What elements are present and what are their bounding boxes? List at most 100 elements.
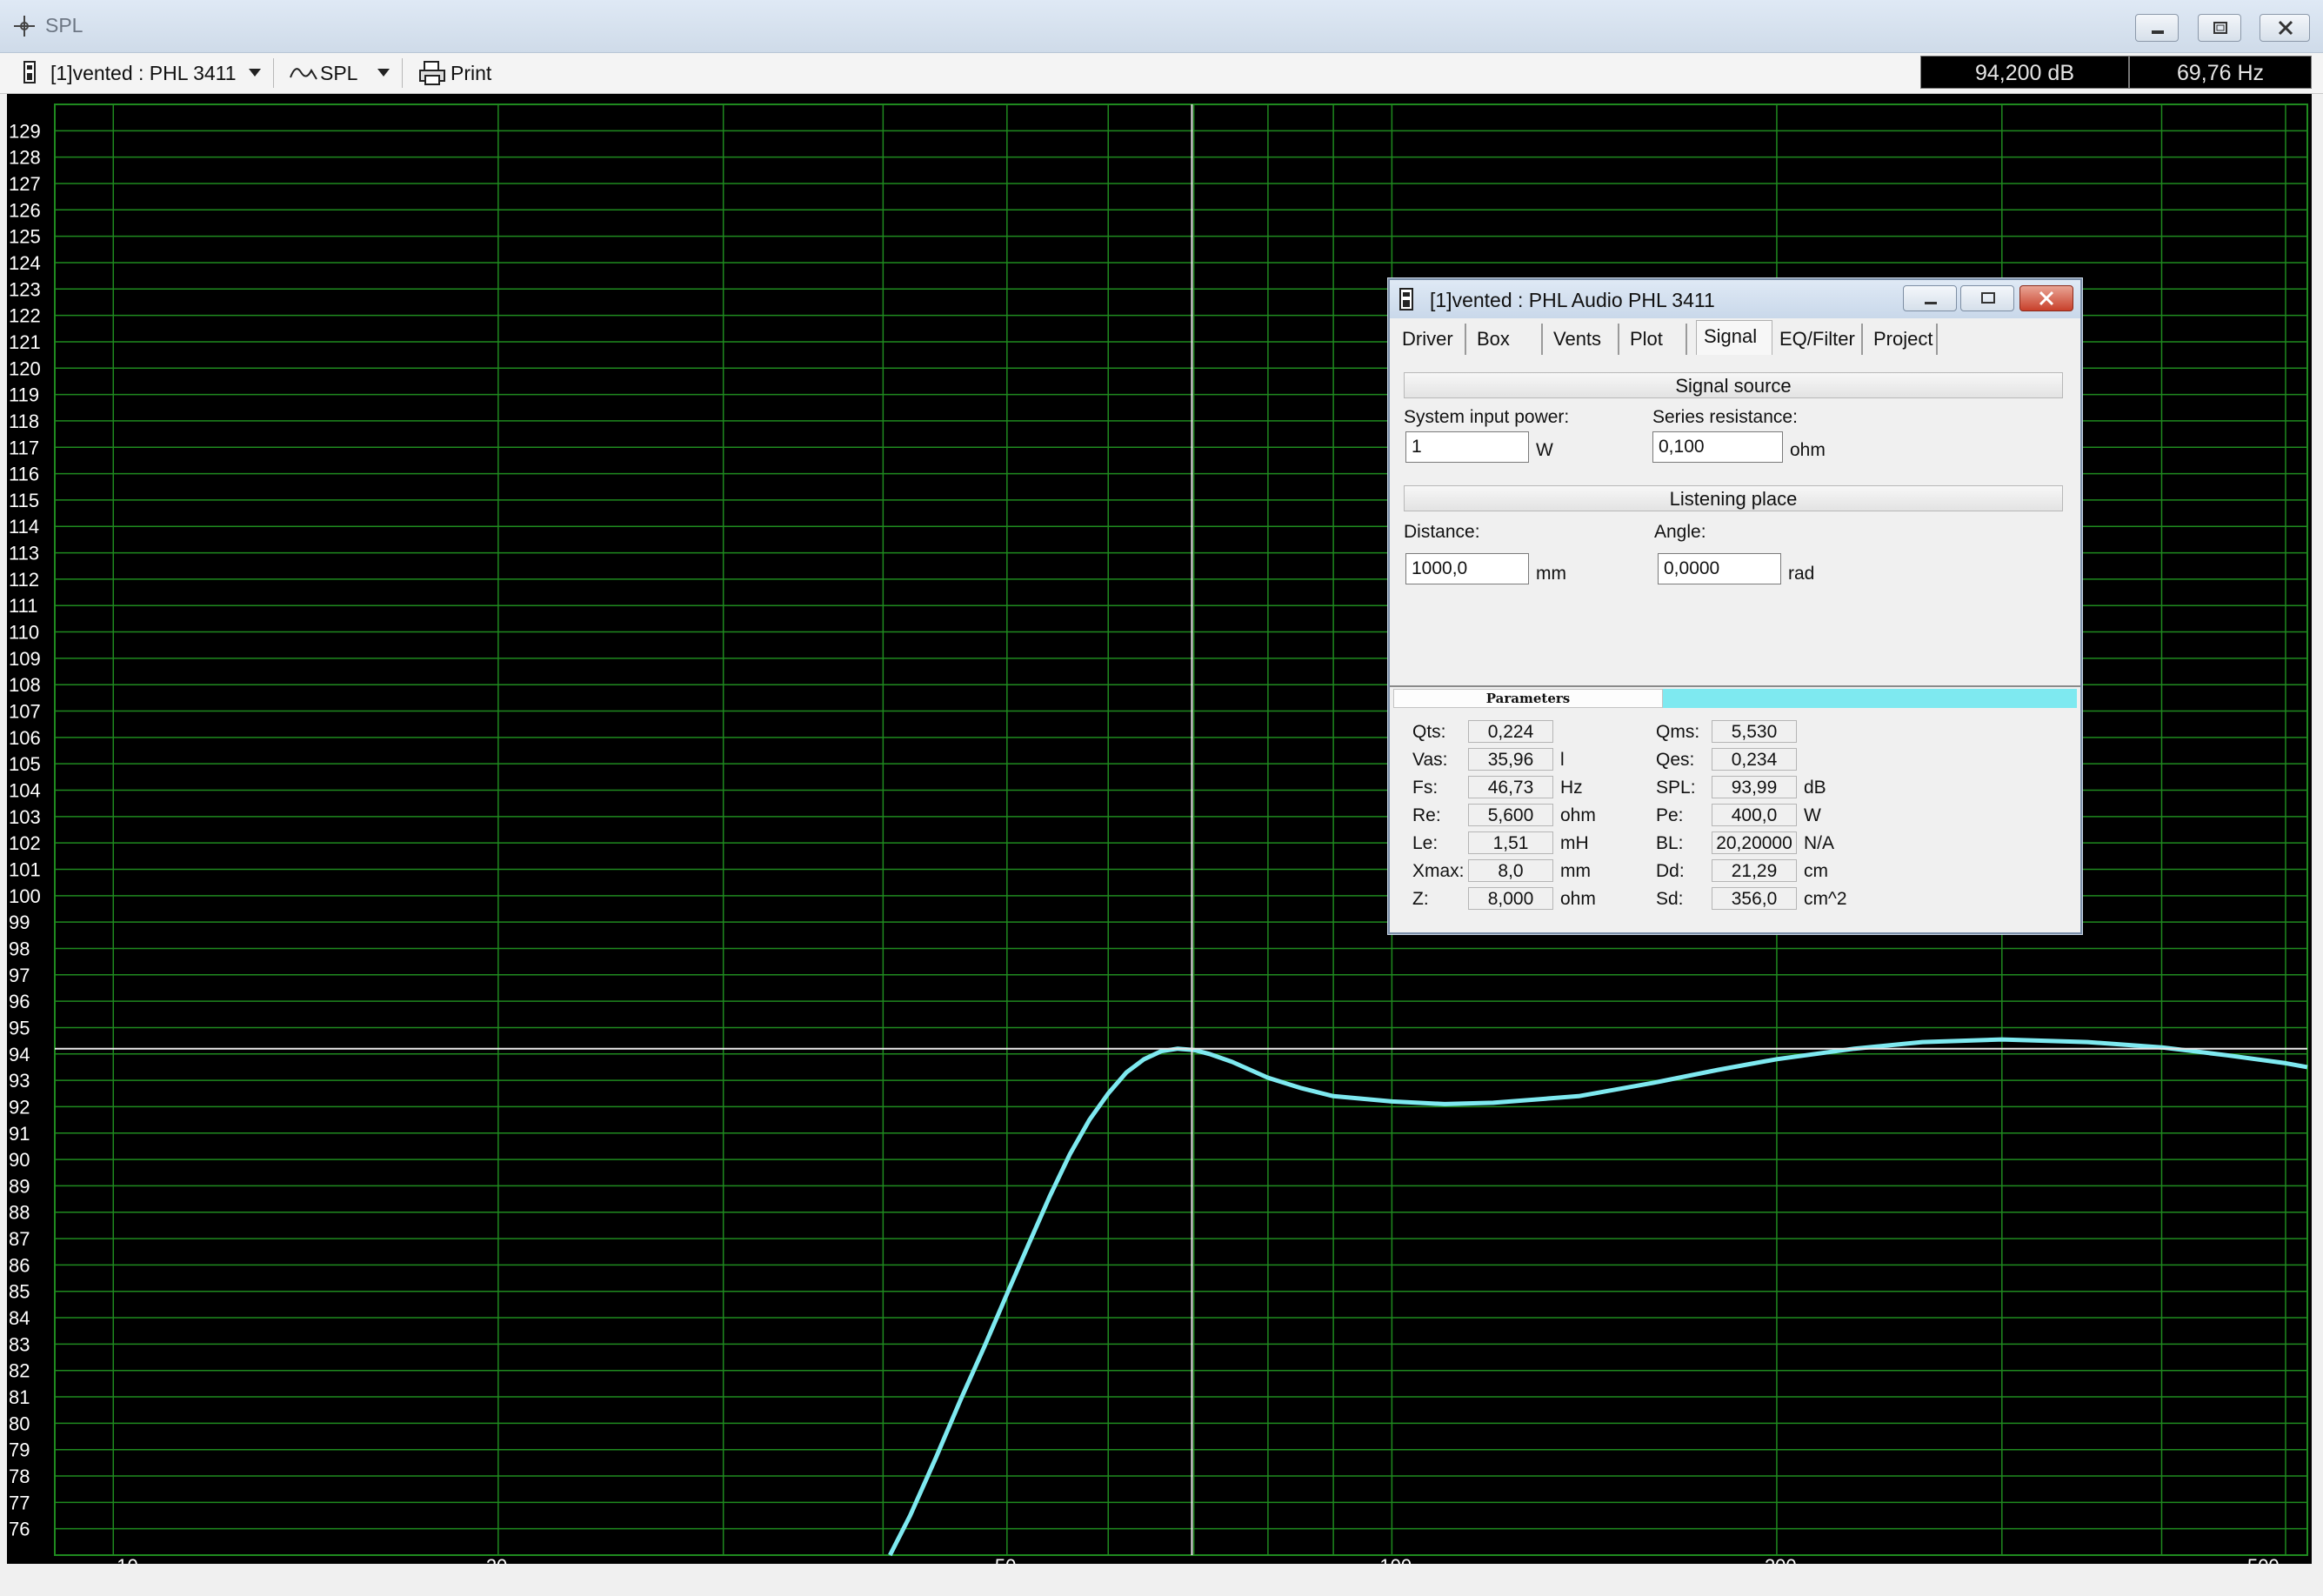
- param-right-value: 20,20000: [1712, 831, 1797, 854]
- input-power-unit: W: [1536, 440, 1553, 460]
- window-title: SPL: [45, 14, 83, 37]
- close-icon: [2039, 290, 2054, 306]
- chevron-down-icon[interactable]: [376, 65, 391, 81]
- param-left-value: 0,224: [1468, 720, 1553, 743]
- parameters-tab[interactable]: Parameters: [1393, 689, 1663, 708]
- dialog-title-bar[interactable]: [1]vented : PHL Audio PHL 3411: [1390, 280, 2080, 318]
- crosshair-icon: [14, 16, 35, 37]
- y-tick-label: 88: [9, 1202, 30, 1224]
- toolbar-divider: [273, 58, 274, 88]
- y-tick-label: 96: [9, 991, 30, 1012]
- pane-divider: [1390, 685, 2080, 687]
- param-right-label: Sd:: [1656, 889, 1684, 909]
- printer-icon: [419, 61, 445, 85]
- y-tick-label: 112: [9, 569, 39, 591]
- y-tick-label: 78: [9, 1466, 30, 1487]
- chevron-down-icon[interactable]: [247, 65, 263, 81]
- y-tick-label: 119: [9, 384, 39, 406]
- series-resistance-field[interactable]: [1652, 431, 1783, 463]
- restore-icon: [2213, 22, 2227, 34]
- param-left-label: Fs:: [1412, 778, 1439, 798]
- dialog-minimize-button[interactable]: [1903, 285, 1957, 311]
- y-tick-label: 91: [9, 1123, 30, 1145]
- param-left-unit: ohm: [1560, 805, 1596, 825]
- y-tick-label: 127: [9, 173, 41, 195]
- dialog-maximize-button[interactable]: [1960, 285, 2014, 311]
- y-tick-label: 107: [9, 701, 41, 723]
- param-right-unit: N/A: [1804, 833, 1835, 853]
- param-left-label: Z:: [1412, 889, 1429, 909]
- param-right-value: 5,530: [1712, 720, 1797, 743]
- tab-eq-filter[interactable]: EQ/Filter: [1772, 324, 1863, 355]
- y-tick-label: 86: [9, 1254, 30, 1276]
- y-tick-label: 94: [9, 1044, 30, 1065]
- close-button[interactable]: [2260, 14, 2310, 42]
- param-left-unit: l: [1560, 750, 1565, 770]
- param-left-value: 5,600: [1468, 804, 1553, 826]
- param-left-value: 35,96: [1468, 748, 1553, 771]
- param-right-unit: cm^2: [1804, 889, 1847, 909]
- param-right-label: Pe:: [1656, 805, 1684, 825]
- minimize-icon: [2152, 30, 2164, 34]
- y-tick-label: 95: [9, 1017, 30, 1038]
- input-power-label: System input power:: [1404, 407, 1570, 427]
- tab-project[interactable]: Project: [1866, 324, 1938, 355]
- distance-label: Distance:: [1404, 522, 1480, 542]
- y-tick-label: 124: [9, 252, 41, 274]
- y-tick-label: 85: [9, 1281, 30, 1303]
- param-left-label: Qts:: [1412, 722, 1446, 742]
- y-tick-label: 126: [9, 199, 41, 221]
- y-tick-label: 110: [9, 622, 39, 644]
- y-tick-label: 99: [9, 912, 30, 933]
- tab-vents[interactable]: Vents: [1546, 324, 1619, 355]
- tab-signal[interactable]: Signal: [1696, 320, 1772, 355]
- hz-readout: 69,76 Hz: [2129, 56, 2312, 89]
- angle-field[interactable]: [1658, 553, 1781, 584]
- minimize-button[interactable]: [2135, 14, 2179, 42]
- y-tick-label: 116: [9, 464, 39, 485]
- x-tick-label: 100: [1379, 1555, 1412, 1564]
- driver-dialog: [1]vented : PHL Audio PHL 3411 Driver Bo…: [1388, 278, 2082, 934]
- restore-icon: [1981, 292, 1995, 304]
- param-right-label: BL:: [1656, 833, 1684, 853]
- param-left-value: 8,0: [1468, 859, 1553, 882]
- x-tick-label: 50: [995, 1555, 1016, 1564]
- tab-driver[interactable]: Driver: [1395, 324, 1466, 355]
- speaker-icon: [1399, 288, 1413, 311]
- distance-field[interactable]: [1405, 553, 1529, 584]
- param-left-label: Xmax:: [1412, 861, 1465, 881]
- y-tick-label: 105: [9, 753, 41, 775]
- y-tick-label: 118: [9, 411, 39, 432]
- y-tick-label: 106: [9, 727, 41, 749]
- param-right-value: 356,0: [1712, 887, 1797, 910]
- y-tick-label: 97: [9, 965, 30, 986]
- db-readout: 94,200 dB: [1920, 56, 2129, 89]
- maximize-button[interactable]: [2198, 14, 2241, 42]
- param-right-unit: dB: [1804, 778, 1826, 798]
- project-selector[interactable]: [1]vented : PHL 3411: [50, 60, 237, 86]
- y-tick-label: 82: [9, 1360, 30, 1382]
- series-resistance-unit: ohm: [1790, 440, 1826, 460]
- minimize-icon: [1925, 302, 1937, 304]
- y-tick-label: 102: [9, 832, 41, 854]
- param-left-unit: mH: [1560, 833, 1589, 853]
- x-tick-label: 20: [486, 1555, 507, 1564]
- tab-box[interactable]: Box: [1470, 324, 1543, 355]
- param-right-value: 0,234: [1712, 748, 1797, 771]
- dialog-title: [1]vented : PHL Audio PHL 3411: [1430, 289, 1715, 311]
- listening-place-header: Listening place: [1404, 485, 2063, 511]
- y-tick-label: 121: [9, 331, 41, 353]
- y-tick-label: 108: [9, 674, 41, 696]
- y-tick-label: 90: [9, 1149, 30, 1171]
- input-power-field[interactable]: [1405, 431, 1529, 463]
- window-title-bar: SPL: [0, 0, 2323, 53]
- tab-plot[interactable]: Plot: [1623, 324, 1687, 355]
- y-tick-label: 115: [9, 490, 39, 511]
- dialog-close-button[interactable]: [2019, 285, 2073, 311]
- spl-curve: [888, 1037, 2308, 1557]
- x-tick-label: 200: [1765, 1555, 1797, 1564]
- plot-type-selector[interactable]: SPL: [320, 60, 357, 86]
- param-left-label: Vas:: [1412, 750, 1448, 770]
- y-tick-label: 122: [9, 305, 41, 327]
- print-button[interactable]: Print: [451, 60, 491, 86]
